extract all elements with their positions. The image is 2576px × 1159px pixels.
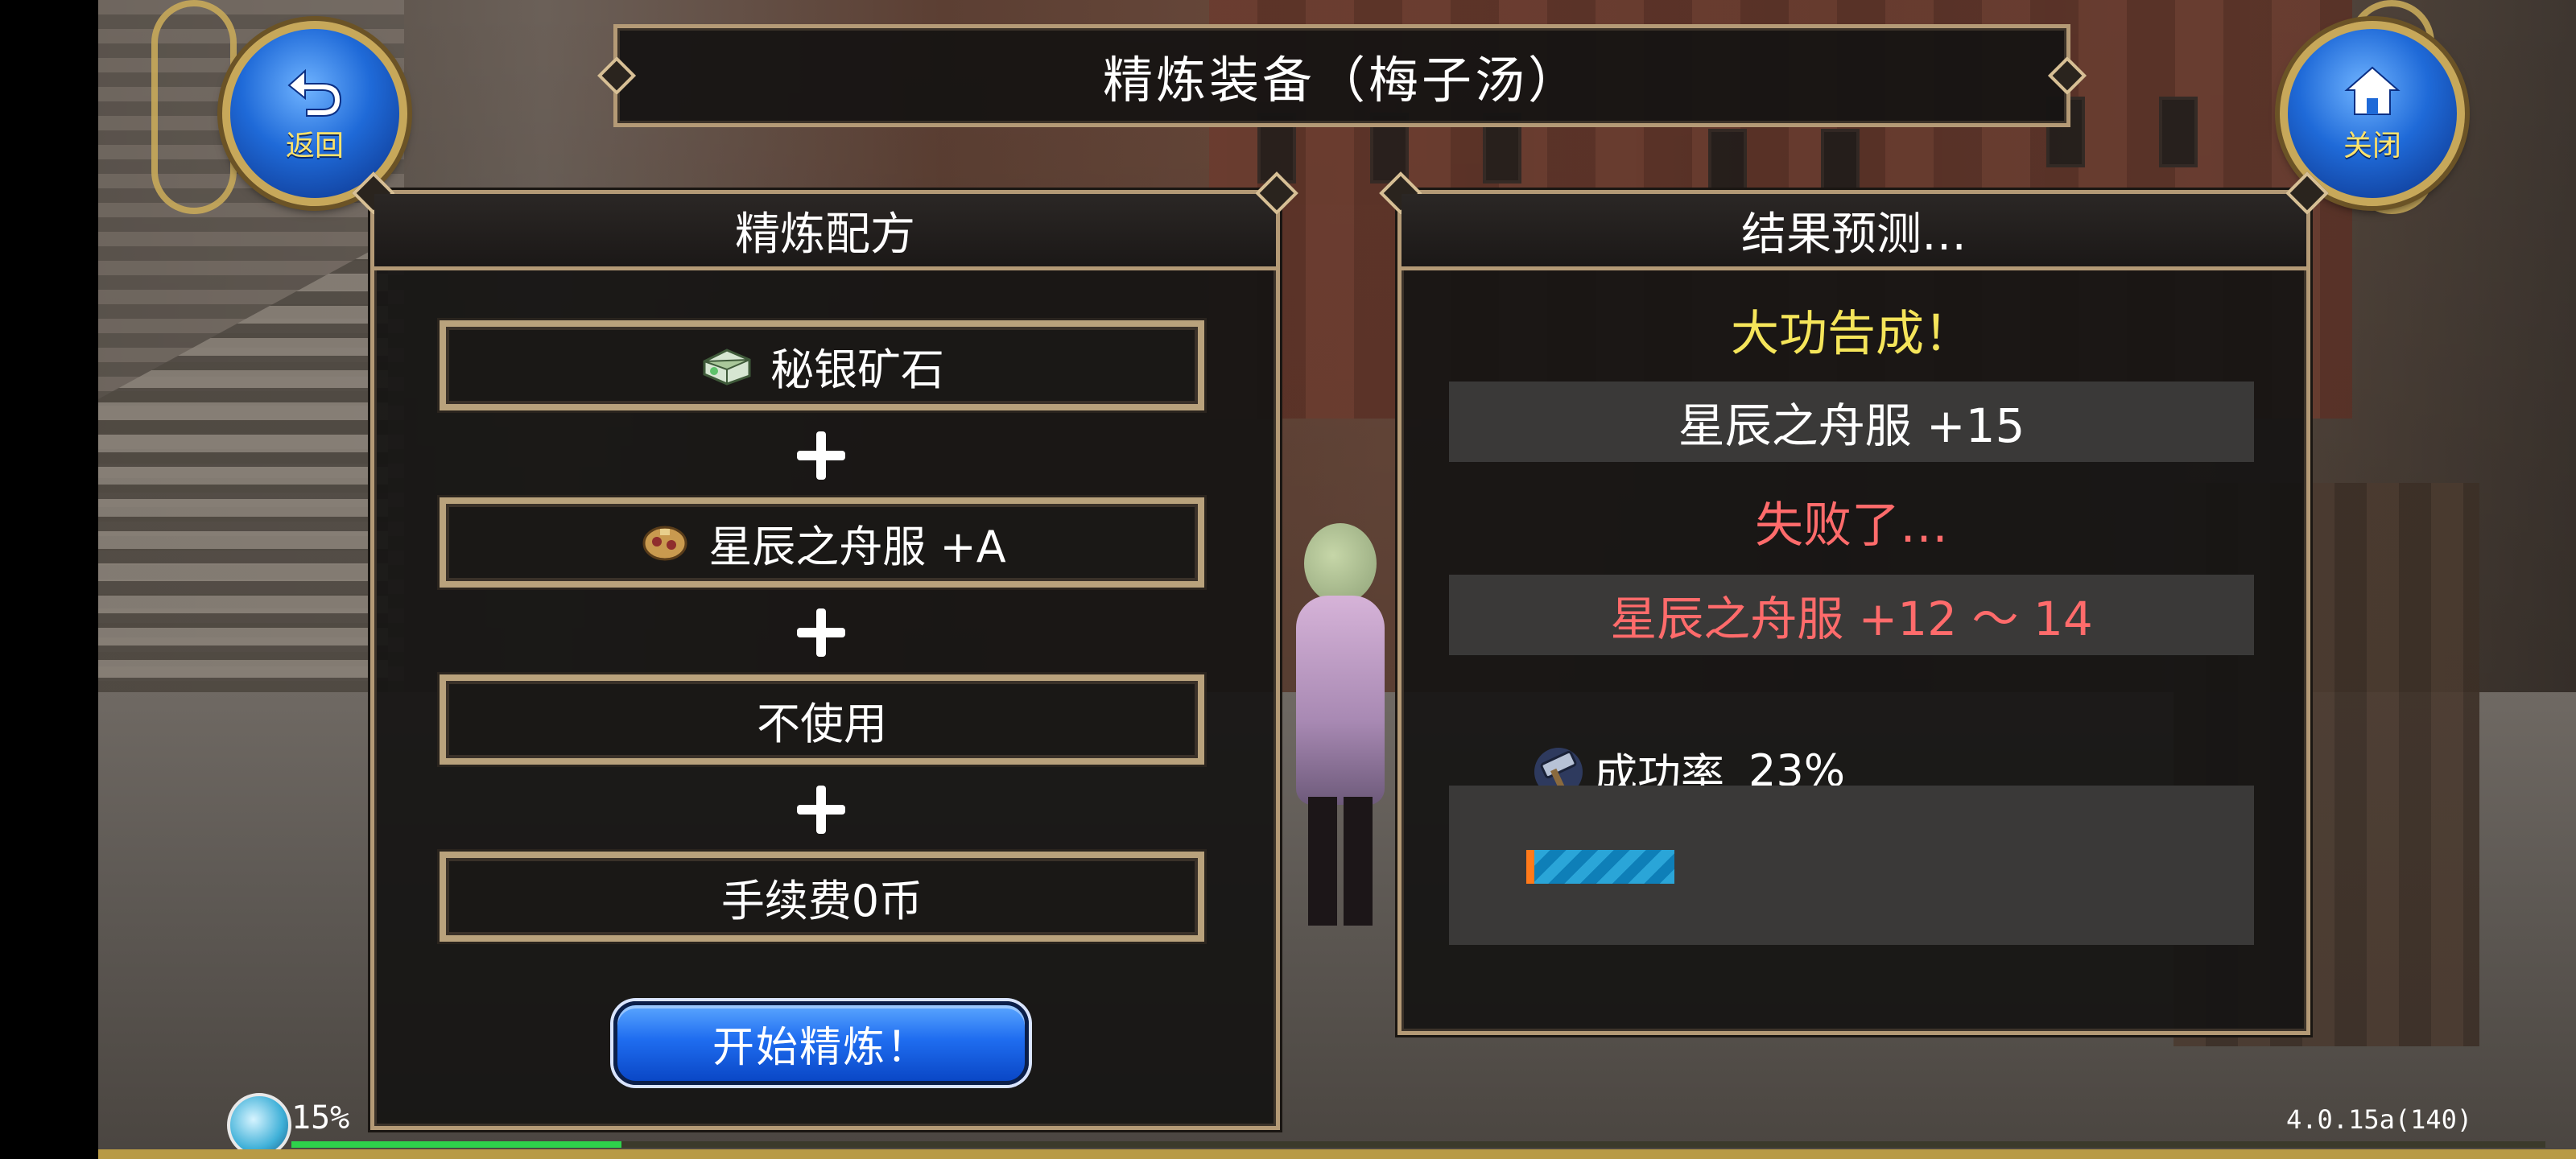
return-arrow-icon: [287, 68, 342, 117]
exp-percent: 15%: [291, 1099, 350, 1136]
plus-icon: [797, 608, 845, 657]
recipe-panel-header: 精炼配方: [374, 194, 1276, 270]
fail-heading: 失败了…: [1755, 497, 1948, 554]
recipe-slot-label: 手续费0币: [720, 875, 923, 926]
recipe-slot-label: 星辰之舟服 +A: [708, 521, 1006, 572]
home-icon: [2344, 66, 2401, 115]
success-item: 星辰之舟服 +15: [1449, 382, 2254, 462]
armor-icon: [642, 526, 687, 561]
exp-bar-fill: [291, 1141, 621, 1148]
exp-bar-track: [291, 1141, 2545, 1148]
fail-item: 星辰之舟服 +12 ～ 14: [1449, 575, 2254, 655]
back-button-label: 返回: [285, 130, 344, 163]
plus-icon: [797, 786, 845, 834]
recipe-slot-fee: 手续费0币: [440, 852, 1204, 942]
plus-icon: [797, 431, 845, 480]
page-title: 精炼装备（梅子汤）: [613, 24, 2070, 127]
recipe-slot-label: 秘银矿石: [770, 344, 944, 395]
close-button-label: 关闭: [2343, 130, 2401, 163]
recipe-slot-label: 不使用: [757, 698, 887, 749]
version-label: 4.0.15a(140): [2286, 1104, 2473, 1135]
status-orb-icon[interactable]: [227, 1093, 291, 1157]
recipe-slot-equipment[interactable]: 星辰之舟服 +A: [440, 497, 1204, 588]
success-rate-bar: [1526, 850, 1674, 884]
player-character: [1280, 523, 1401, 934]
recipe-slot-material[interactable]: 秘银矿石: [440, 320, 1204, 410]
success-rate-box: [1449, 786, 2254, 945]
result-panel-header: 结果预测…: [1402, 194, 2306, 270]
start-refine-button[interactable]: 开始精炼！: [613, 1001, 1029, 1085]
bottom-border: [98, 1149, 2576, 1159]
recipe-slot-catalyst[interactable]: 不使用: [440, 674, 1204, 765]
success-heading: 大功告成！: [1731, 306, 1972, 362]
ore-icon: [703, 349, 751, 386]
